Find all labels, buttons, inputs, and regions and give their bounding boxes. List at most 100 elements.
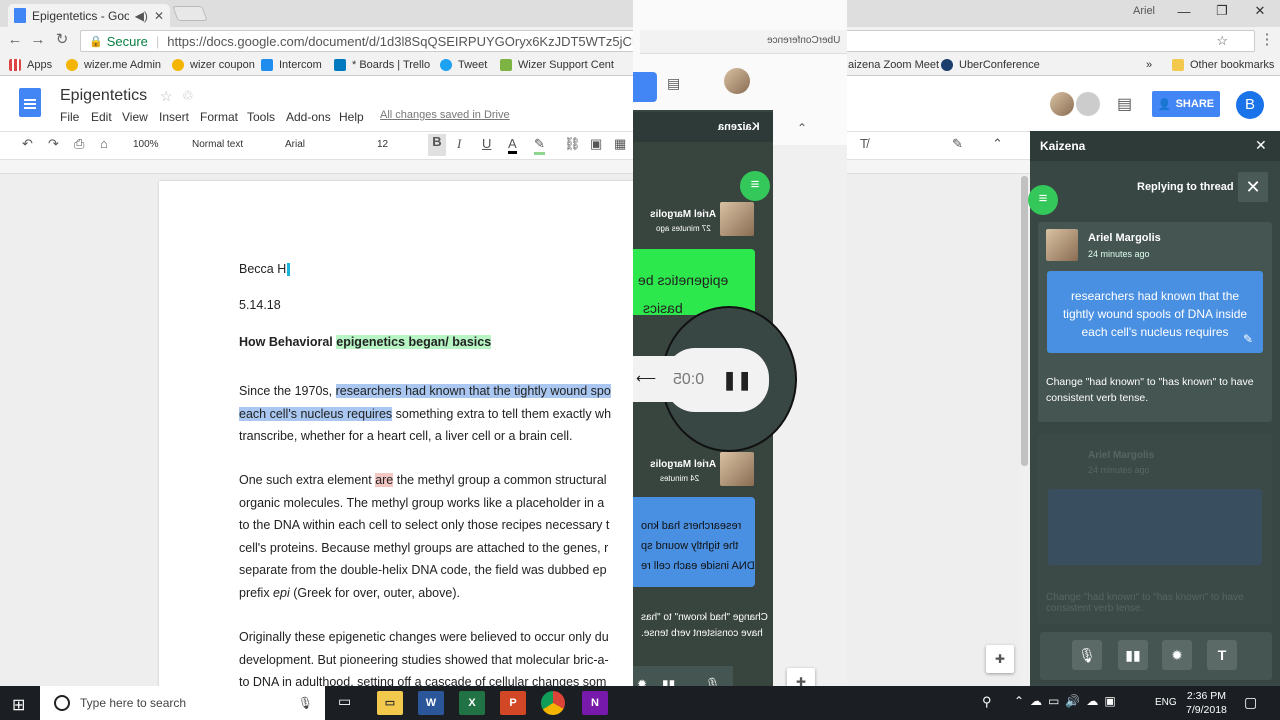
language-indicator[interactable]: ENG	[1155, 697, 1177, 708]
paragraph-line[interactable]: cell's proteins. Because methyl groups a…	[239, 541, 608, 555]
rubric-icon[interactable]: ▮▮	[1118, 640, 1148, 670]
collapse-toolbar-icon[interactable]: ⌃	[992, 136, 1003, 152]
quoted-text[interactable]: researchers had known that the tightly w…	[1047, 271, 1263, 353]
chrome-menu-icon[interactable]: ⋮	[1257, 30, 1277, 50]
menu-view[interactable]: View	[122, 110, 148, 124]
bookmark-apps[interactable]: Apps	[9, 57, 52, 73]
paragraph-line[interactable]: organic molecules. The methyl group work…	[239, 496, 604, 510]
bookmark-wizer-support[interactable]: Wizer Support Cent	[500, 57, 614, 73]
menu-file[interactable]: File	[60, 110, 79, 124]
bookmark-star-icon[interactable]: ☆	[1216, 33, 1228, 49]
move-folder-icon[interactable]: ♲	[182, 88, 194, 104]
docs-logo-icon[interactable]	[19, 88, 41, 117]
word-icon[interactable]: W	[418, 691, 444, 715]
italic-icon[interactable]: I	[457, 136, 461, 152]
new-tab-button[interactable]	[172, 6, 208, 21]
microphone-icon[interactable]: 🎙	[1072, 640, 1102, 670]
zoom-select[interactable]: 100%	[133, 139, 159, 150]
document-title[interactable]: Epigentetics	[60, 87, 147, 105]
close-sidebar-icon[interactable]: ✕	[1255, 137, 1267, 154]
highlight-icon[interactable]: ✎	[534, 136, 545, 155]
editing-mode-icon[interactable]: ✎	[952, 136, 963, 152]
text-comment-icon[interactable]: T	[1207, 640, 1237, 670]
reload-icon[interactable]: ↻	[52, 30, 72, 50]
people-icon[interactable]: ⚲	[982, 694, 992, 710]
save-status[interactable]: All changes saved in Drive	[380, 109, 510, 121]
excel-icon[interactable]: X	[459, 691, 485, 715]
bookmark-other[interactable]: Other bookmarks	[1172, 57, 1274, 73]
voice-search-icon[interactable]: 🎙	[298, 696, 313, 710]
add-comment-icon[interactable]: ▣	[590, 136, 602, 152]
maximize-icon[interactable]: ❐	[1203, 0, 1241, 22]
doc-date-line[interactable]: 5.14.18	[239, 298, 281, 312]
explore-icon[interactable]: ✚	[986, 645, 1014, 673]
paragraph-line[interactable]: development. But pioneering studies show…	[239, 653, 609, 667]
bookmark-tweet[interactable]: Tweet	[440, 57, 487, 73]
collaborator-avatar[interactable]	[1050, 92, 1074, 116]
tab-close-icon[interactable]: ✕	[154, 9, 164, 23]
font-select[interactable]: Arial	[285, 139, 305, 150]
bold-icon[interactable]: B	[428, 134, 446, 156]
doc-scrollbar-thumb[interactable]	[1021, 176, 1028, 466]
text-color-icon[interactable]: A	[508, 136, 517, 154]
file-explorer-icon[interactable]: ▭	[377, 691, 403, 715]
forward-icon[interactable]: →	[28, 30, 48, 50]
undo-icon[interactable]: ↶	[22, 136, 33, 152]
paragraph-line[interactable]: separate from the double-helix DNA code,…	[239, 563, 607, 577]
underline-icon[interactable]: U	[482, 136, 491, 151]
share-button[interactable]: 👤 SHARE	[1152, 91, 1220, 117]
notifications-icon[interactable]: ▢	[1244, 694, 1257, 711]
bookmark-intercom[interactable]: Intercom	[261, 57, 322, 73]
comments-icon[interactable]: ▤	[1117, 94, 1132, 114]
taskbar-search[interactable]: Type here to search 🎙	[40, 686, 325, 720]
profile-name[interactable]: Ariel	[1133, 5, 1155, 17]
chrome-icon[interactable]	[541, 691, 565, 715]
edit-icon[interactable]: ✎	[1243, 332, 1253, 346]
system-tray-icons[interactable]: ⌃☁▭🔊☁▣	[1014, 694, 1122, 708]
menu-help[interactable]: Help	[339, 110, 364, 124]
paragraph-line[interactable]: transcribe, whether for a heart cell, a …	[239, 429, 572, 443]
paragraph-line[interactable]: Since the 1970s, researchers had known t…	[239, 384, 611, 398]
bookmark-trello[interactable]: * Boards | Trello	[334, 57, 430, 73]
menu-format[interactable]: Format	[200, 110, 238, 124]
bookmark-wizer-coupon[interactable]: wizer coupon	[172, 57, 255, 73]
print-icon[interactable]: ⎙	[74, 136, 84, 152]
minimize-icon[interactable]: —	[1165, 0, 1203, 22]
lightbulb-icon[interactable]: ✹	[1162, 640, 1192, 670]
redo-icon[interactable]: ↷	[48, 136, 59, 152]
bookmark-wizer-admin[interactable]: wizer.me Admin	[66, 57, 161, 73]
paragraph-line[interactable]: Originally these epigenetic changes were…	[239, 630, 609, 644]
close-reply-icon[interactable]: ✕	[1238, 172, 1268, 202]
paragraph-line[interactable]: to DNA in adulthood, setting off a casca…	[239, 675, 606, 686]
back-icon[interactable]: ←	[5, 30, 25, 50]
menu-insert[interactable]: Insert	[159, 110, 189, 124]
font-size-select[interactable]: 12	[377, 139, 388, 150]
paragraph-line[interactable]: One such extra element are the methyl gr…	[239, 473, 607, 487]
tab-audio-icon[interactable]: ◀)	[135, 9, 148, 23]
menu-tools[interactable]: Tools	[247, 110, 275, 124]
bookmark-uberconference[interactable]: UberConference	[941, 57, 1040, 73]
task-view-icon[interactable]: ▭	[338, 693, 351, 710]
close-window-icon[interactable]: ✕	[1241, 0, 1279, 22]
doc-heading[interactable]: How Behavioral epigenetics began/ basics	[239, 335, 492, 349]
image-icon[interactable]: ▦	[614, 136, 626, 152]
paragraph-line[interactable]: prefix epi (Greek for over, outer, above…	[239, 586, 460, 600]
paragraph-line[interactable]: each cell's nucleus requires something e…	[239, 407, 611, 421]
menu-edit[interactable]: Edit	[91, 110, 112, 124]
onenote-icon[interactable]: N	[582, 691, 608, 715]
menu-addons[interactable]: Add-ons	[286, 110, 331, 124]
paragraph-line[interactable]: to the DNA within each cell to select on…	[239, 518, 609, 532]
windows-start-icon[interactable]: ⊞	[12, 695, 25, 715]
link-icon[interactable]: ⛓	[564, 136, 581, 152]
clear-formatting-icon[interactable]: T̸	[860, 136, 868, 151]
meeting-icon[interactable]	[1076, 92, 1100, 116]
bookmarks-overflow[interactable]: »	[1146, 57, 1152, 73]
account-avatar[interactable]: B	[1236, 91, 1264, 119]
style-select[interactable]: Normal text	[192, 139, 243, 150]
bookmark-kaizena-zoom[interactable]: aizena Zoom Meet	[848, 57, 939, 73]
clock[interactable]: 2:36 PM 7/9/2018	[1186, 689, 1227, 717]
doc-author-line[interactable]: Becca H	[239, 262, 291, 277]
powerpoint-icon[interactable]: P	[500, 691, 526, 715]
paint-format-icon[interactable]: ⌂	[100, 136, 108, 151]
browser-tab[interactable]: Epigentetics - Google ◀) ✕	[8, 4, 170, 27]
